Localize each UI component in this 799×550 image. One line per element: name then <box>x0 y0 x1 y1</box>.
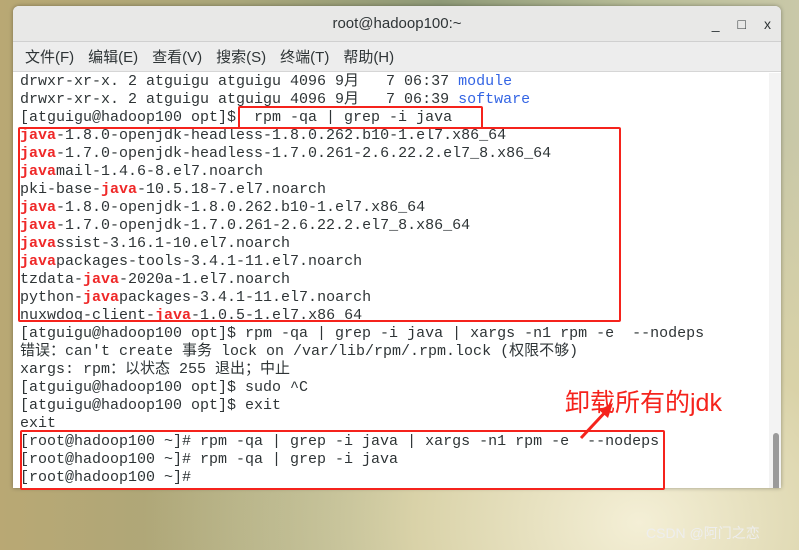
highlight-box-packages <box>18 127 621 322</box>
menu-help[interactable]: 帮助(H) <box>343 46 394 67</box>
window-title: root@hadoop100:~ <box>332 15 462 32</box>
title-bar: root@hadoop100:~ _ □ x <box>13 6 781 42</box>
menu-bar: 文件(F) 编辑(E) 查看(V) 搜索(S) 终端(T) 帮助(H) <box>13 42 781 72</box>
menu-edit[interactable]: 编辑(E) <box>88 46 138 67</box>
close-button[interactable]: x <box>764 6 771 42</box>
highlight-box-root-commands <box>20 430 665 490</box>
output-line: xargs: rpm：以状态 255 退出；中止 <box>20 361 291 378</box>
menu-file[interactable]: 文件(F) <box>25 46 74 67</box>
highlight-box-command <box>238 106 483 129</box>
ls-line: drwxr-xr-x. 2 atguigu atguigu 4096 9月 7 … <box>20 73 513 90</box>
output-line: 错误：can't create 事务 lock on /var/lib/rpm/… <box>20 343 579 360</box>
menu-search[interactable]: 搜索(S) <box>216 46 266 67</box>
menu-terminal[interactable]: 终端(T) <box>280 46 329 67</box>
annotation-text: 卸载所有的jdk <box>565 389 722 417</box>
minimize-button[interactable]: _ <box>712 6 720 42</box>
output-line: [atguigu@hadoop100 opt]$ rpm -qa | grep … <box>20 325 705 342</box>
dir-name: module <box>458 73 513 90</box>
scrollbar-track[interactable] <box>769 73 781 488</box>
maximize-button[interactable]: □ <box>738 6 746 42</box>
menu-view[interactable]: 查看(V) <box>152 46 202 67</box>
watermark: CSDN @阿门之恋 <box>646 525 760 541</box>
scrollbar-thumb[interactable] <box>773 433 779 488</box>
